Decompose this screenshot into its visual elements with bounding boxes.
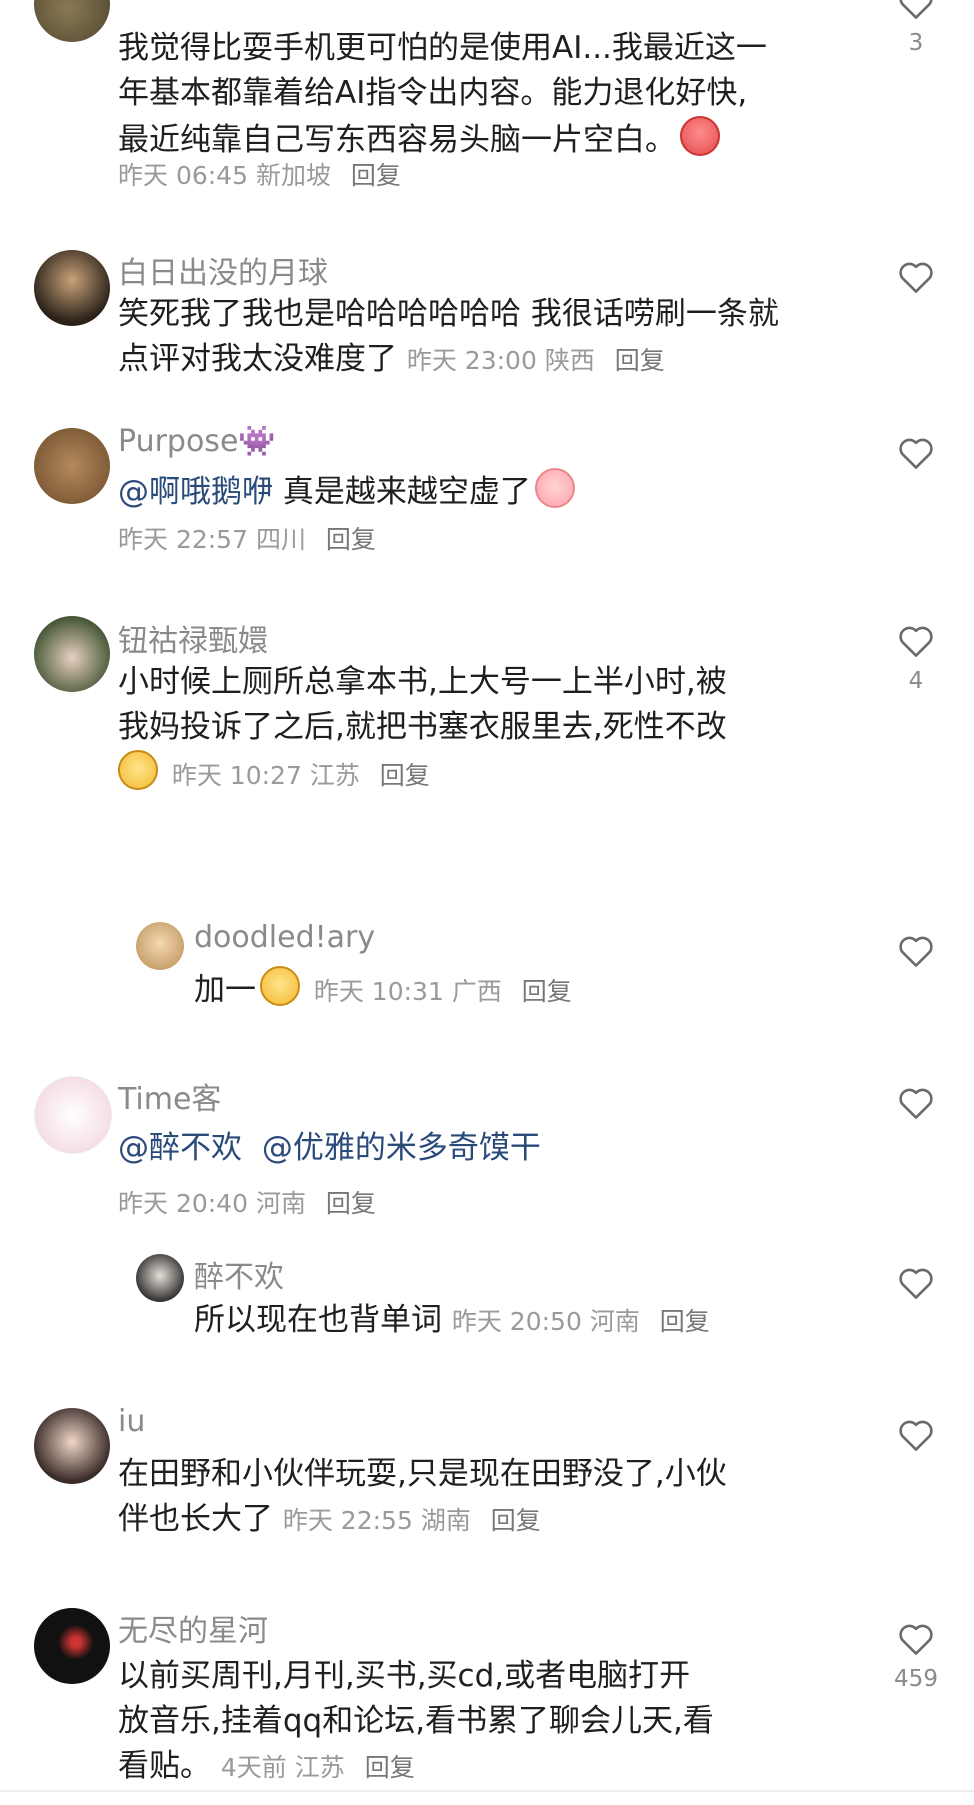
like-button[interactable]: 459 bbox=[888, 1620, 944, 1692]
avatar[interactable] bbox=[34, 616, 110, 692]
comment-meta: 昨天 20:50 河南 回复 bbox=[452, 1307, 710, 1336]
like-count: 459 bbox=[894, 1666, 938, 1692]
comment-username[interactable]: 钮祜禄甄嬛 bbox=[118, 616, 268, 660]
comment-location: 河南 bbox=[589, 1307, 640, 1336]
comment-time: 昨天 10:27 bbox=[171, 761, 302, 790]
heart-icon bbox=[899, 626, 933, 657]
comment-body: @醉不欢 @优雅的米多奇馍干 bbox=[118, 1126, 828, 1171]
comment-time: 昨天 20:40 bbox=[118, 1189, 248, 1218]
comment-meta: 昨天 23:00 陕西 回复 bbox=[407, 346, 665, 375]
heart-icon bbox=[899, 0, 933, 19]
dog-face-icon bbox=[260, 966, 300, 1006]
comment-location: 广西 bbox=[451, 977, 502, 1006]
avatar[interactable] bbox=[136, 922, 184, 970]
comment-time: 昨天 22:57 bbox=[118, 525, 248, 554]
reply-button[interactable]: 回复 bbox=[522, 977, 572, 1006]
comment-location: 湖南 bbox=[420, 1506, 471, 1535]
like-count: 4 bbox=[908, 668, 924, 694]
comment-body: @啊哦鹅咿 真是越来越空虚了 bbox=[118, 468, 828, 515]
avatar[interactable] bbox=[34, 1408, 110, 1484]
like-button[interactable]: 4 bbox=[888, 622, 944, 694]
mention-link[interactable]: @醉不欢 bbox=[118, 1130, 242, 1166]
comment-username[interactable]: doodled!ary bbox=[194, 920, 375, 955]
like-count: 3 bbox=[908, 30, 924, 56]
comment-username[interactable]: 无尽的星河 bbox=[118, 1606, 268, 1650]
like-button[interactable] bbox=[888, 434, 944, 470]
avatar[interactable] bbox=[34, 250, 110, 326]
comment-location: 新加坡 bbox=[255, 161, 331, 190]
like-button[interactable] bbox=[888, 932, 944, 968]
comment-time: 昨天 20:50 bbox=[451, 1307, 582, 1336]
comment-meta: 昨天 22:57 四川 回复 bbox=[118, 520, 376, 556]
reply-button[interactable]: 回复 bbox=[380, 761, 430, 790]
comment-meta: 昨天 22:55 湖南 回复 bbox=[283, 1506, 541, 1535]
mention-link[interactable]: @优雅的米多奇馍干 bbox=[262, 1130, 541, 1166]
comment-meta: 昨天 10:27 江苏 回复 bbox=[172, 761, 430, 790]
comment-location: 四川 bbox=[255, 525, 306, 554]
avatar[interactable] bbox=[34, 0, 110, 42]
like-button[interactable] bbox=[888, 1264, 944, 1300]
heart-icon bbox=[899, 1268, 933, 1299]
avatar[interactable] bbox=[34, 1076, 112, 1154]
comment-location: 江苏 bbox=[294, 1753, 345, 1782]
divider bbox=[0, 1790, 974, 1792]
comment-body: 所以现在也背单词 昨天 20:50 河南 回复 bbox=[194, 1302, 710, 1338]
comment-body: 我觉得比耍手机更可怕的是使用AI...我最近这一 年基本都靠着给AI指令出内容。… bbox=[118, 30, 767, 158]
comment-meta: 4天前 江苏 回复 bbox=[221, 1753, 415, 1782]
comment-username[interactable]: 白日出没的月球 bbox=[118, 248, 328, 292]
comment-username[interactable]: Purpose👾 bbox=[118, 424, 276, 459]
reply-button[interactable]: 回复 bbox=[351, 161, 401, 190]
comment-time: 昨天 06:45 bbox=[118, 161, 248, 190]
reply-button[interactable]: 回复 bbox=[660, 1307, 710, 1336]
comment-body: 在田野和小伙伴玩耍,只是现在田野没了,小伙 伴也长大了 昨天 22:55 湖南 … bbox=[118, 1456, 727, 1537]
comment-username[interactable]: iu bbox=[118, 1404, 145, 1439]
like-button[interactable] bbox=[888, 1416, 944, 1452]
comment-time: 昨天 22:55 bbox=[282, 1506, 413, 1535]
reply-button[interactable]: 回复 bbox=[326, 525, 376, 554]
reply-button[interactable]: 回复 bbox=[615, 346, 665, 375]
avatar[interactable] bbox=[136, 1254, 184, 1302]
comment-meta: 昨天 20:40 河南 回复 bbox=[118, 1184, 376, 1220]
comment-username[interactable]: Time客 bbox=[118, 1074, 221, 1118]
reply-button[interactable]: 回复 bbox=[326, 1189, 376, 1218]
crying-face-icon bbox=[680, 116, 720, 156]
comment-location: 陕西 bbox=[544, 346, 595, 375]
reply-button[interactable]: 回复 bbox=[491, 1506, 541, 1535]
heart-icon bbox=[899, 262, 933, 293]
comment-time: 昨天 23:00 bbox=[406, 346, 537, 375]
alien-icon: 👾 bbox=[238, 424, 276, 459]
comment-body: 笑死我了我也是哈哈哈哈哈哈 我很话唠刷一条就 点评对我太没难度了 昨天 23:0… bbox=[118, 296, 779, 377]
comment-body: 加一 昨天 10:31 广西 回复 bbox=[194, 966, 844, 1014]
comment-time: 4天前 bbox=[220, 1753, 287, 1782]
dog-face-icon bbox=[118, 750, 158, 790]
heart-icon bbox=[899, 438, 933, 469]
heart-icon bbox=[899, 1624, 933, 1655]
heart-icon bbox=[899, 936, 933, 967]
avatar[interactable] bbox=[34, 1608, 110, 1684]
mention-link[interactable]: @啊哦鹅咿 bbox=[118, 474, 273, 510]
like-button[interactable] bbox=[888, 258, 944, 294]
heart-icon bbox=[899, 1088, 933, 1119]
comment-location: 江苏 bbox=[309, 761, 360, 790]
comment-username[interactable]: 醉不欢 bbox=[194, 1252, 284, 1296]
comment-time: 昨天 10:31 bbox=[313, 977, 444, 1006]
comment-meta: 昨天 06:45 新加坡 回复 bbox=[118, 156, 401, 192]
like-button[interactable]: 3 bbox=[888, 0, 944, 56]
like-button[interactable] bbox=[888, 1084, 944, 1120]
comment-body: 小时候上厕所总拿本书,上大号一上半小时,被 我妈投诉了之后,就把书塞衣服里去,死… bbox=[118, 664, 727, 790]
comment-location: 河南 bbox=[255, 1189, 306, 1218]
heart-icon bbox=[899, 1420, 933, 1451]
avatar[interactable] bbox=[34, 428, 110, 504]
peach-face-icon bbox=[534, 468, 575, 508]
reply-button[interactable]: 回复 bbox=[365, 1753, 415, 1782]
comment-body: 以前买周刊,月刊,买书,买cd,或者电脑打开 放音乐,挂着qq和论坛,看书累了聊… bbox=[118, 1658, 714, 1784]
comment-meta: 昨天 10:31 广西 回复 bbox=[314, 977, 572, 1006]
